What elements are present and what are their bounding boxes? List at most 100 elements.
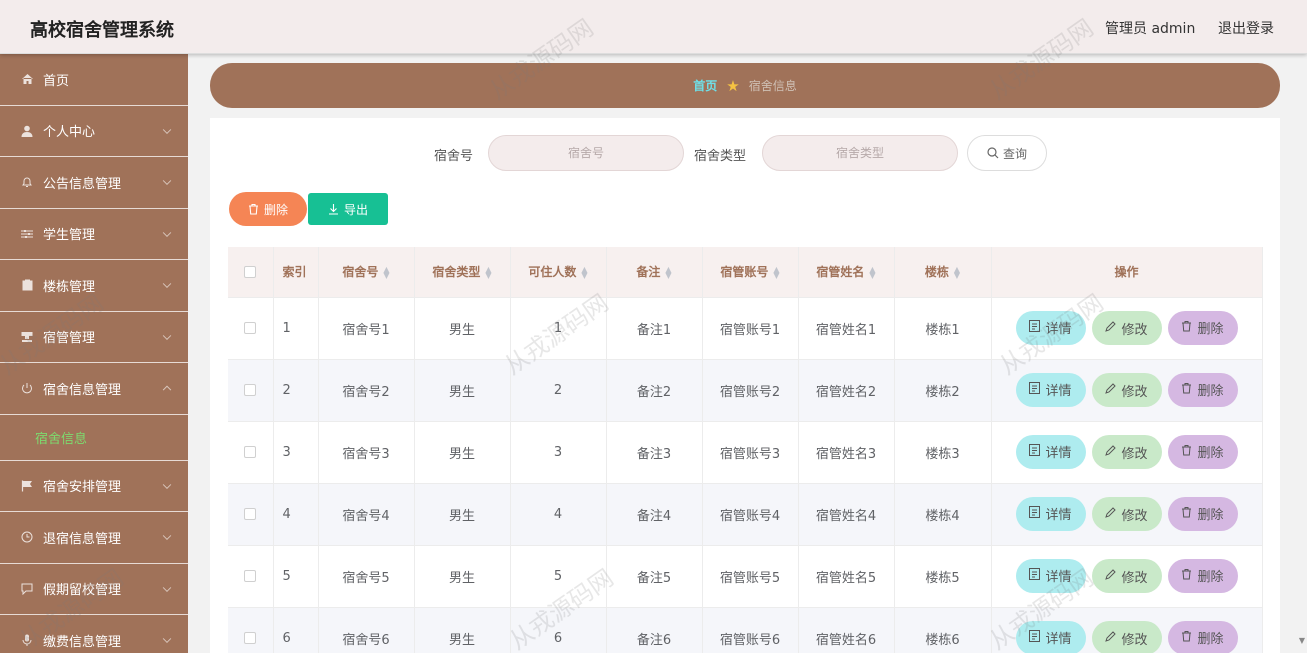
table-cell: 3 [273, 421, 319, 484]
dorm-type-label: 宿舍类型 [694, 149, 747, 164]
sidebar-item-5[interactable]: 宿管管理 [0, 312, 188, 363]
scroll-down-icon[interactable]: ▼ [1299, 636, 1305, 645]
table-cell: 宿管姓名3 [798, 421, 895, 484]
table-cell: 1 [273, 297, 319, 360]
column-header[interactable]: 宿舍号 ▲ ▼ [318, 247, 415, 298]
sidebar-item-8[interactable]: 退宿信息管理 [0, 512, 188, 564]
sidebar-item-label: 宿管管理 [43, 331, 96, 347]
table-cell: 男生 [414, 421, 511, 484]
table-cell: 宿舍号3 [318, 421, 415, 484]
detail-button[interactable]: 详情 [1015, 310, 1086, 345]
table-row: 1 宿舍号1 男生 1 备注1 宿管账号1 宿管姓名1 楼栋1 详情 修改 删除 [228, 297, 1263, 360]
column-header[interactable]: 可住人数 ▲ ▼ [510, 247, 607, 298]
breadcrumb-home[interactable]: 首页 [693, 77, 717, 94]
delete-button[interactable]: 删除 [1167, 496, 1238, 531]
sidebar-item-label: 学生管理 [43, 228, 96, 244]
row-checkbox[interactable] [228, 297, 274, 360]
export-button[interactable]: 导出 [308, 193, 388, 225]
row-actions: 详情 修改 删除 [991, 545, 1263, 608]
table-row: 4 宿舍号4 男生 4 备注4 宿管账号4 宿管姓名4 楼栋4 详情 修改 删除 [228, 483, 1263, 546]
row-checkbox[interactable] [228, 607, 274, 653]
edit-button[interactable]: 修改 [1091, 435, 1162, 470]
chevron-up-icon [162, 385, 172, 395]
logout-link[interactable]: 退出登录 [1218, 18, 1274, 38]
row-actions: 详情 修改 删除 [991, 607, 1263, 653]
detail-button[interactable]: 详情 [1015, 372, 1086, 407]
batch-delete-button[interactable]: 删除 [229, 192, 307, 226]
table-cell: 宿管账号4 [702, 483, 799, 546]
delete-button[interactable]: 删除 [1167, 372, 1238, 407]
pencil-icon [1105, 569, 1117, 583]
table-cell: 备注2 [606, 359, 703, 422]
table-cell: 4 [510, 483, 607, 546]
document-icon [1029, 320, 1041, 335]
table-cell: 男生 [414, 483, 511, 546]
flag-icon [20, 479, 34, 493]
sidebar-item-4[interactable]: 楼栋管理 [0, 260, 188, 312]
home-icon [20, 72, 34, 86]
trash-icon [1181, 630, 1192, 645]
sort-icon: ▲ ▼ [383, 264, 390, 280]
table-cell: 宿管账号3 [702, 421, 799, 484]
table-cell: 宿管姓名2 [798, 359, 895, 422]
trash-icon [1181, 568, 1192, 583]
detail-button[interactable]: 详情 [1015, 434, 1086, 469]
column-header[interactable]: 备注 ▲ ▼ [606, 247, 703, 298]
column-header[interactable]: 宿管账号 ▲ ▼ [702, 247, 799, 298]
edit-button[interactable]: 修改 [1091, 559, 1162, 594]
delete-button[interactable]: 删除 [1167, 558, 1238, 593]
row-checkbox[interactable] [228, 359, 274, 422]
delete-button[interactable]: 删除 [1167, 620, 1238, 653]
export-label: 导出 [343, 202, 368, 217]
column-header: 索引 [273, 247, 319, 298]
chevron-down-icon [162, 480, 172, 489]
select-all-checkbox[interactable] [228, 247, 274, 298]
sidebar-item-10[interactable]: 缴费信息管理 [0, 615, 188, 653]
download-icon [328, 204, 338, 215]
row-checkbox[interactable] [228, 421, 274, 484]
top-header: 高校宿舍管理系统 管理员 admin 退出登录 [0, 0, 1307, 54]
sidebar-subitem-dorm-info[interactable]: 宿舍信息 [0, 415, 188, 461]
user-icon [20, 124, 34, 138]
power-icon [20, 381, 34, 395]
edit-button[interactable]: 修改 [1091, 373, 1162, 408]
query-button[interactable]: 查询 [967, 135, 1047, 171]
sort-icon: ▲ ▼ [665, 264, 672, 280]
table-row: 6 宿舍号6 男生 6 备注6 宿管账号6 宿管姓名6 楼栋6 详情 修改 删除 [228, 607, 1263, 653]
mic-icon [20, 633, 34, 647]
dorm-table: 索引 宿舍号 ▲ ▼ 宿舍类型 ▲ ▼ 可住人数 ▲ ▼ 备注 ▲ ▼ 宿管账号 ▲ ▼ 宿管姓名 ▲… [228, 247, 1263, 653]
table-cell: 楼栋1 [894, 297, 992, 360]
sort-icon: ▲ ▼ [485, 264, 492, 280]
edit-button[interactable]: 修改 [1091, 311, 1162, 346]
column-header[interactable]: 宿管姓名 ▲ ▼ [798, 247, 895, 298]
sidebar-item-2[interactable]: 公告信息管理 [0, 157, 188, 209]
delete-button[interactable]: 删除 [1167, 434, 1238, 469]
detail-button[interactable]: 详情 [1015, 620, 1086, 653]
sidebar-item-6[interactable]: 宿舍信息管理 [0, 363, 188, 415]
sliders-icon [20, 227, 34, 241]
row-checkbox[interactable] [228, 545, 274, 608]
column-header[interactable]: 宿舍类型 ▲ ▼ [414, 247, 511, 298]
sidebar-item-9[interactable]: 假期留校管理 [0, 564, 188, 615]
delete-button[interactable]: 删除 [1167, 310, 1238, 345]
document-icon [1029, 444, 1041, 459]
sidebar-item-3[interactable]: 学生管理 [0, 209, 188, 260]
dorm-no-input[interactable]: 宿舍号 [488, 135, 684, 171]
edit-button[interactable]: 修改 [1091, 497, 1162, 532]
detail-button[interactable]: 详情 [1015, 496, 1086, 531]
dorm-type-input[interactable]: 宿舍类型 [762, 135, 958, 171]
stamp-icon [20, 330, 34, 344]
sidebar-item-1[interactable]: 个人中心 [0, 106, 188, 157]
sidebar-item-7[interactable]: 宿舍安排管理 [0, 461, 188, 512]
sidebar-item-0[interactable]: 首页 [0, 54, 188, 106]
detail-button[interactable]: 详情 [1015, 558, 1086, 593]
document-icon [1029, 506, 1041, 521]
table-cell: 宿管账号1 [702, 297, 799, 360]
edit-button[interactable]: 修改 [1091, 621, 1162, 653]
row-actions: 详情 修改 删除 [991, 483, 1263, 546]
column-header[interactable]: 楼栋 ▲ ▼ [894, 247, 992, 298]
breadcrumb: 首页 ★ 宿舍信息 [210, 63, 1280, 108]
chevron-down-icon [162, 634, 172, 644]
row-checkbox[interactable] [228, 483, 274, 546]
table-cell: 备注5 [606, 545, 703, 608]
